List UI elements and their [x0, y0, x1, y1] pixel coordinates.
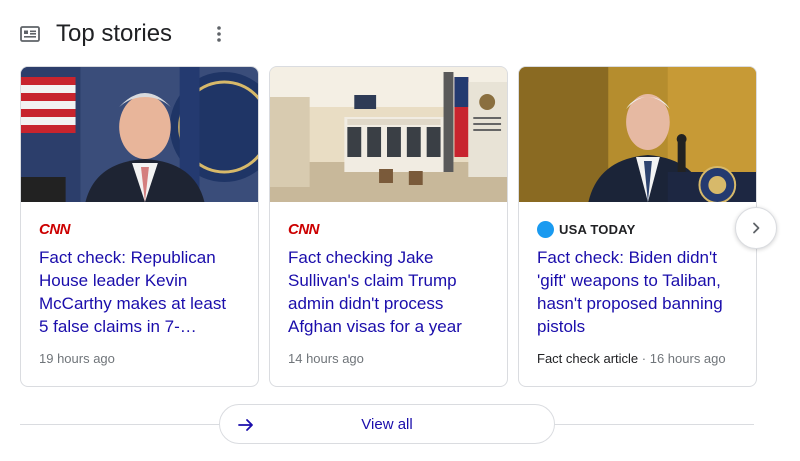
story-time: 16 hours ago — [649, 351, 726, 366]
story-card[interactable]: CNN Fact checking Jake Sullivan's claim … — [269, 66, 508, 387]
source-usa-today: USA TODAY — [537, 220, 738, 238]
story-meta: 14 hours ago — [288, 351, 364, 366]
usa-today-logo — [537, 220, 554, 238]
story-carousel: CNN Fact check: Republican House leader … — [20, 66, 757, 387]
story-thumbnail — [270, 67, 507, 202]
source-cnn: CNN — [288, 220, 489, 238]
story-thumbnail — [519, 67, 756, 202]
next-button[interactable] — [735, 207, 777, 249]
view-all-button[interactable]: View all — [219, 404, 555, 444]
story-headline[interactable]: Fact check: Biden didn't 'gift' weapons … — [537, 246, 738, 338]
story-label: Fact check article — [537, 351, 639, 366]
story-time: 14 hours ago — [288, 351, 364, 366]
top-stories-header: Top stories — [20, 18, 221, 50]
story-time: 19 hours ago — [39, 351, 115, 366]
story-card[interactable]: USA TODAY Fact check: Biden didn't 'gift… — [518, 66, 757, 387]
story-headline[interactable]: Fact checking Jake Sullivan's claim Trum… — [288, 246, 489, 338]
story-card[interactable]: CNN Fact check: Republican House leader … — [20, 66, 259, 387]
chevron-right-icon — [753, 222, 760, 234]
more-vert-icon[interactable] — [210, 22, 228, 46]
view-all-label: View all — [361, 415, 413, 433]
meta-separator: · — [641, 351, 650, 366]
arrow-right-icon — [238, 419, 253, 431]
source-name: USA TODAY — [559, 221, 636, 237]
story-thumbnail — [21, 67, 258, 202]
source-cnn: CNN — [39, 220, 240, 238]
cnn-logo: CNN — [288, 220, 320, 238]
news-icon — [20, 26, 40, 42]
story-meta: 19 hours ago — [39, 351, 115, 366]
cnn-logo: CNN — [39, 220, 71, 238]
section-title: Top stories — [56, 20, 173, 47]
story-meta: Fact check article · 16 hours ago — [537, 351, 726, 366]
story-headline[interactable]: Fact check: Republican House leader Kevi… — [39, 246, 240, 338]
